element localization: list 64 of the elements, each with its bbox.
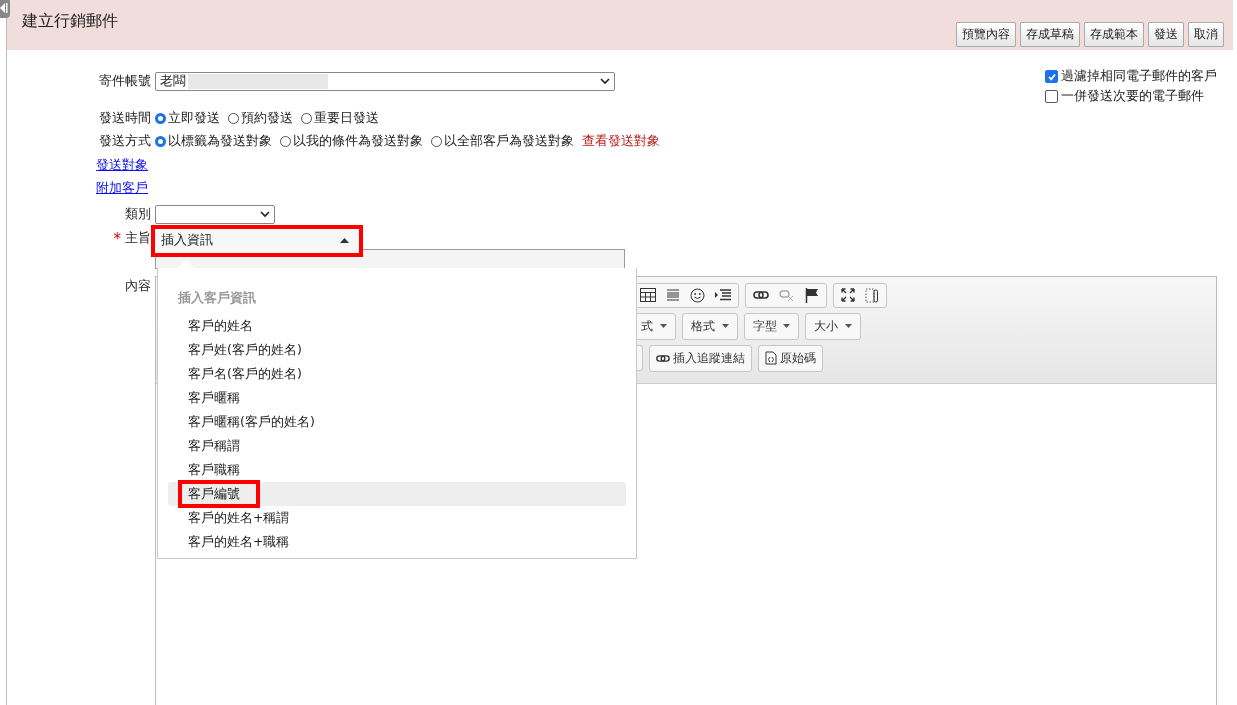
editor-button[interactable]: 原始碼 [758,344,823,372]
caret-down-icon [659,324,667,328]
link-icon [656,353,670,363]
editor-button[interactable]: 插入追蹤連結 [649,344,752,372]
source-code-icon [765,351,777,365]
menu-item[interactable]: 客戶稱謂 [168,434,626,458]
menu-item[interactable]: 客戶名(客戶的姓名) [168,362,626,386]
menu-item[interactable]: 客戶姓(客戶的姓名) [168,338,626,362]
toolbar-button[interactable]: 存成範本 [1084,21,1144,47]
chevron-down-icon [600,78,610,86]
link-icon[interactable] [753,290,769,300]
format-dropdown[interactable]: 格式 [681,312,738,340]
menu-item[interactable]: 客戶的姓名 [168,314,626,338]
maximize-icon[interactable] [841,288,855,302]
field-label: 寄件帳號 [98,73,151,91]
caret-up-icon [340,238,349,243]
view-recipients-link[interactable]: 查看發送對象 [582,133,660,151]
field-label: 類別 [124,205,151,223]
field-label: 主旨 [125,229,151,247]
category-select[interactable] [155,204,275,224]
sender-select[interactable]: 老闆 [155,72,615,92]
insert-info-dropdown[interactable]: 插入資訊 [151,224,363,257]
caret-down-icon [721,324,729,328]
toolbar-button[interactable]: 存成草稿 [1020,21,1080,47]
radio-label: 以全部客戶為發送對象 [444,133,574,151]
field-label: 內容 [124,277,151,295]
radio-label: 以標籤為發送對象 [168,133,272,151]
checkbox-label: 過濾掉相同電子郵件的客戶 [1061,68,1217,85]
menu-item[interactable]: 客戶編號 [168,482,626,506]
radio-label: 立即發送 [168,109,220,127]
format-dropdown[interactable]: 字型 [743,312,800,340]
menu-item[interactable]: 客戶的姓名+稱謂 [168,506,626,530]
radio-label: 預約發送 [241,109,293,127]
indent-icon[interactable] [715,289,731,301]
flag-icon[interactable] [805,287,819,303]
menu-item[interactable]: 客戶職稱 [168,458,626,482]
horizontal-lines-icon[interactable] [666,288,680,302]
toolbar-button[interactable]: 預覽內容 [956,21,1016,47]
link[interactable]: 附加客戶 [96,180,148,198]
page-title: 建立行銷郵件 [22,10,118,32]
format-dropdown[interactable]: 大小 [805,312,862,340]
menu-item[interactable]: 客戶暱稱(客戶的姓名) [168,410,626,434]
caret-down-icon [783,324,791,328]
chevron-down-icon [260,210,270,218]
field-label: 發送時間 [98,109,151,127]
toolbar-button[interactable]: 取消 [1188,21,1224,47]
menu-item[interactable]: 客戶暱稱 [168,386,626,410]
caret-down-icon [845,324,853,328]
radio-button[interactable] [155,136,166,148]
checkbox[interactable] [1045,70,1058,83]
toolbar-button[interactable]: 發送 [1148,21,1184,47]
smiley-icon[interactable] [690,287,705,303]
radio-button[interactable] [155,112,166,124]
table-icon[interactable] [640,288,656,302]
link[interactable]: 發送對象 [96,156,148,174]
field-label: 發送方式 [98,133,151,151]
required-mark: * [113,229,121,248]
radio-label: 以我的條件為發送對象 [293,133,423,151]
menu-item[interactable]: 客戶的姓名+職稱 [168,530,626,554]
show-blocks-icon[interactable] [865,287,879,303]
menu-heading: 插入客戶資訊 [177,290,257,307]
checkbox-label: 一併發送次要的電子郵件 [1061,88,1204,105]
checkbox[interactable] [1045,90,1058,103]
radio-label: 重要日發送 [314,109,379,127]
